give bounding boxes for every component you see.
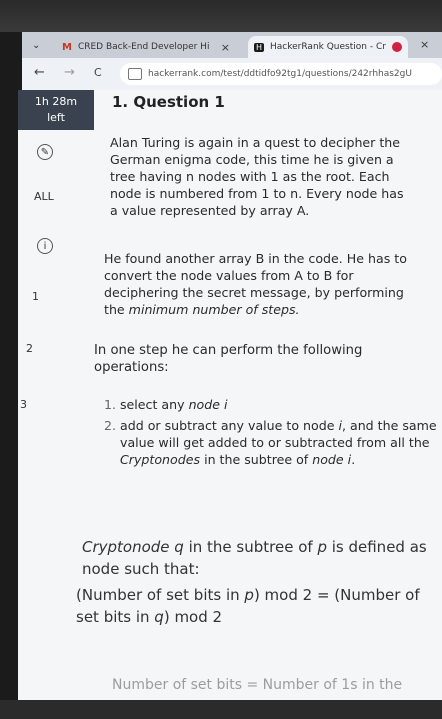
tab-hackerrank[interactable]: H HackerRank Question - Cr	[248, 36, 408, 58]
sidebar-item-question-2[interactable]: 2	[26, 342, 33, 355]
site-info-icon[interactable]	[128, 68, 142, 80]
list-item: 1. select any node i	[104, 396, 440, 413]
operations-list: 1. select any node i 2. add or subtract …	[104, 396, 440, 472]
emphasis-text: minimum number of steps.	[128, 302, 300, 317]
sidebar-item-question-3[interactable]: 3	[20, 398, 27, 411]
timer-label: left	[47, 111, 65, 124]
tab-label: CRED Back-End Developer Hi	[77, 42, 210, 52]
screen-bottom-bezel	[0, 700, 442, 719]
cutoff-text: Number of set bits = Number of 1s in the	[112, 677, 403, 693]
emphasis-text: p	[244, 586, 254, 604]
list-number: 1.	[104, 397, 117, 412]
hackerrank-icon: H	[254, 42, 265, 52]
edit-icon[interactable]: ✎	[37, 144, 53, 160]
formula-text: (Number of set bits in	[76, 586, 245, 604]
info-icon[interactable]: i	[37, 238, 53, 254]
screen-top-bezel	[0, 0, 442, 32]
emphasis-text: p	[317, 538, 327, 556]
reload-icon[interactable]: C	[94, 66, 102, 79]
list-text: in the subtree of	[200, 452, 313, 467]
second-paragraph: He found another array B in the code. He…	[104, 250, 424, 318]
question-panel: 1. Question 1 Alan Turing is again in a …	[76, 90, 442, 700]
page-content: 1h 28m left ✎ ALL i 1 2 3 1. Question 1 …	[18, 90, 442, 700]
operations-intro: In one step he can perform the following…	[94, 343, 363, 375]
emphasis-text: q	[154, 608, 164, 626]
back-arrow-icon[interactable]: ←	[34, 65, 45, 80]
browser-chrome: ⌄ M CRED Back-End Developer Hi × H Hacke…	[22, 32, 442, 90]
question-title: 1. Question 1	[112, 93, 225, 111]
chevron-down-icon[interactable]: ⌄	[32, 40, 40, 51]
list-text: .	[351, 452, 356, 467]
intro-paragraph: Alan Turing is again in a quest to decip…	[110, 135, 404, 218]
url-field[interactable]: hackerrank.com/test/ddtidfo92tg1/questio…	[120, 63, 442, 85]
list-item: 2. add or subtract any value to node i, …	[104, 417, 440, 468]
tab-cred[interactable]: M CRED Back-End Developer Hi ×	[56, 36, 236, 58]
recording-icon	[391, 42, 402, 52]
list-number: 2.	[104, 418, 117, 433]
close-icon[interactable]: ×	[221, 41, 230, 54]
definition-text: in the subtree of	[183, 538, 318, 556]
close-icon[interactable]: ×	[420, 38, 429, 51]
emphasis-text: Cryptonode q	[82, 538, 184, 556]
gmail-icon: M	[62, 41, 72, 53]
sidebar-item-all[interactable]: ALL	[34, 190, 54, 203]
formula-text: ) mod 2	[163, 608, 223, 626]
url-text: hackerrank.com/test/ddtidfo92tg1/questio…	[148, 69, 412, 79]
tab-label: HackerRank Question - Cr	[270, 42, 386, 52]
forward-arrow-icon[interactable]: →	[64, 65, 75, 80]
formula: (Number of set bits in p) mod 2 = (Numbe…	[76, 584, 442, 628]
list-text: add or subtract any value to node	[120, 418, 339, 433]
list-text: select any	[120, 397, 189, 412]
emphasis-text: node i	[188, 397, 228, 412]
emphasis-text: node i	[312, 452, 352, 467]
timer-value: 1h 28m	[34, 95, 78, 108]
address-bar: ← → C hackerrank.com/test/ddtidfo92tg1/q…	[22, 58, 442, 90]
tab-strip: ⌄ M CRED Back-End Developer Hi × H Hacke…	[22, 32, 442, 58]
emphasis-text: Cryptonodes	[120, 452, 201, 467]
cryptonode-definition: Cryptonode q in the subtree of p is defi…	[82, 536, 442, 580]
sidebar-item-question-1[interactable]: 1	[32, 290, 39, 303]
time-remaining: 1h 28m left	[18, 90, 94, 130]
